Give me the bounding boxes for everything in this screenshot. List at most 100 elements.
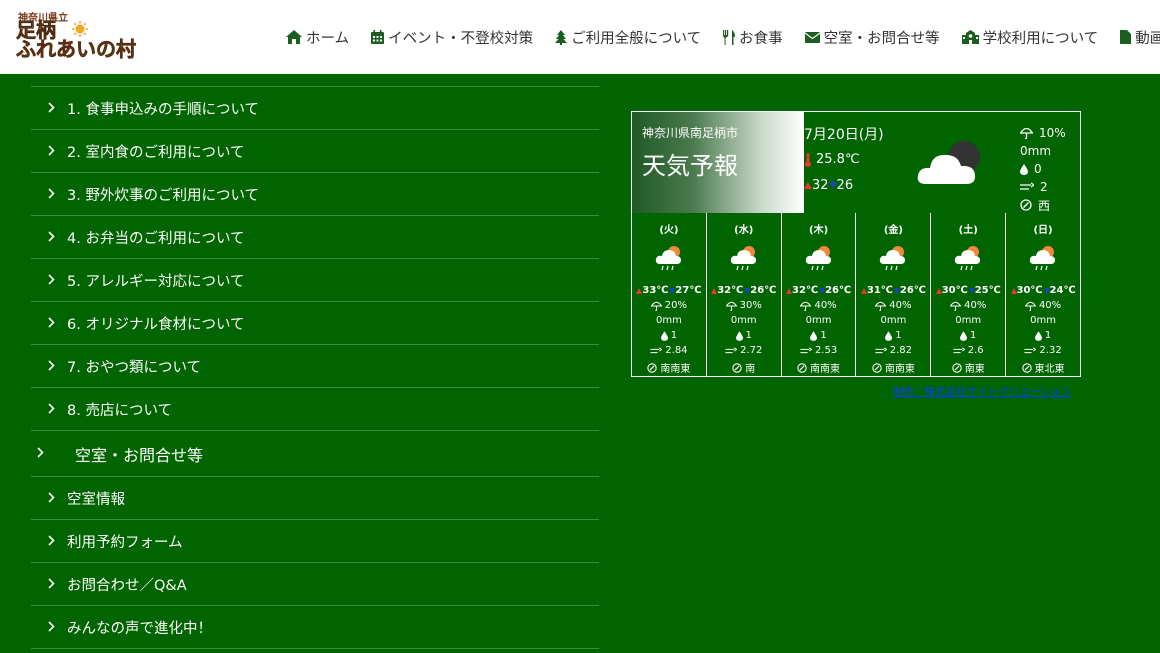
site-logo[interactable]: 神奈川県立 足柄 ふれあいの村: [16, 8, 137, 64]
forecast-day-name: (日): [1033, 225, 1053, 236]
forecast-low: 26℃: [825, 285, 852, 296]
nav-item-video[interactable]: 動画・: [1120, 27, 1160, 48]
forecast-high: 32℃: [717, 285, 744, 296]
menu-item-label: 2. 室内食のご利用について: [67, 144, 245, 161]
forecast-rain-value: 0mm: [955, 315, 982, 326]
chevron-right-icon: [48, 188, 55, 199]
wind-icon: [650, 346, 663, 353]
forecast-rain: 0mm: [632, 315, 706, 326]
forecast-rain: 0mm: [707, 315, 781, 326]
menu-item-label: 5. アレルギー対応について: [67, 273, 245, 290]
menu-item-label: 8. 売店について: [67, 402, 173, 419]
logo-line2: ふれあいの村: [16, 37, 137, 61]
nav-item-meals[interactable]: お食事: [723, 27, 783, 48]
chevron-right-icon: [48, 145, 55, 156]
forecast-direction: 東北東: [1006, 360, 1080, 375]
compass-icon: [952, 362, 962, 373]
umbrella-icon: [1020, 127, 1033, 139]
menu-item-meal-procedure[interactable]: 1. 食事申込みの手順について: [31, 86, 599, 129]
chevron-right-icon: [48, 578, 55, 589]
forecast-humidity: 1: [931, 330, 1005, 341]
nav-label: 空室・お問合せ等: [823, 30, 940, 47]
forecast-temps: 30℃ 25℃: [931, 285, 1005, 296]
nav-item-home[interactable]: ホーム: [286, 27, 349, 48]
weather-today: 神奈川県南足柄市 天気予報 7月20日(月) 25.8℃ 32 26 10% 0…: [632, 112, 1080, 213]
forecast-rain-value: 0mm: [1030, 315, 1056, 326]
forecast-humidity: 1: [707, 330, 781, 341]
drop-icon: [885, 330, 893, 341]
high-temp-value: 32: [812, 178, 829, 193]
forecast-humidity-value: 1: [970, 330, 977, 341]
forecast-day: (土) 30℃ 25℃ 40% 0mm 1 2.6 南東: [931, 213, 1007, 376]
forecast-wind: 2.72: [707, 345, 781, 356]
forecast-rain: 0mm: [782, 315, 856, 326]
nav-item-general[interactable]: ご利用全般について: [555, 27, 701, 48]
chevron-right-icon: [48, 403, 55, 414]
forecast-rain-value: 0mm: [880, 315, 907, 326]
forecast-high: 32℃: [792, 285, 819, 296]
nav-item-events[interactable]: イベント・不登校対策: [371, 27, 533, 48]
nav-item-contact[interactable]: 空室・お問合せ等: [804, 27, 940, 48]
sun-cloud-rain-icon: [880, 246, 906, 271]
umbrella-icon: [1024, 301, 1036, 311]
sun-icon: [72, 21, 88, 37]
menu-item-feedback[interactable]: みんなの声で進化中！: [31, 605, 599, 648]
compass-icon: [732, 362, 742, 373]
forecast-humidity-value: 1: [745, 330, 752, 341]
forecast-low: 24℃: [1049, 285, 1076, 296]
wind-direction: 西: [1020, 196, 1066, 214]
compass-icon: [872, 362, 882, 373]
forecast-rain-value: 0mm: [655, 315, 682, 326]
nav-item-school[interactable]: 学校利用について: [961, 27, 1099, 48]
sun-cloud-rain-icon: [1029, 246, 1056, 271]
umbrella-icon: [725, 301, 737, 311]
menu-item-label: 6. オリジナル食材について: [67, 316, 245, 333]
forecast-precip-value: 30%: [739, 300, 762, 311]
menu-item-label: お問合わせ／Q&A: [67, 577, 187, 594]
drop-icon: [1034, 330, 1042, 341]
low-arrow-icon: [828, 182, 837, 189]
nav-label: ホーム: [306, 30, 350, 47]
forecast-day: (水) 32℃ 26℃ 30% 0mm 1 2.72 南: [707, 213, 782, 376]
forecast-humidity-value: 1: [670, 330, 678, 341]
menu-item-vacancy[interactable]: 空室情報: [31, 476, 599, 519]
menu-item-reservation-form[interactable]: 利用予約フォーム: [31, 519, 599, 562]
menu-divider: [31, 648, 599, 649]
menu-item-bento[interactable]: 4. お弁当のご利用について: [31, 215, 599, 258]
forecast-precip: 40%: [856, 300, 930, 311]
main-nav: ホーム イベント・不登校対策 ご利用全般について お食事 空室・お問合せ等 学校…: [286, 0, 1160, 74]
forecast-direction: 南南東: [856, 360, 930, 375]
high-arrow-icon: [804, 182, 812, 189]
forecast-rain-value: 0mm: [730, 315, 757, 326]
menu-item-allergy[interactable]: 5. アレルギー対応について: [31, 258, 599, 301]
forecast-day: (木) 32℃ 26℃ 40% 0mm 1 2.53 南南東: [782, 213, 857, 376]
low-temp-value: 26: [836, 178, 854, 193]
sun-cloud-rain-icon: [805, 246, 831, 271]
weather-widget: 神奈川県南足柄市 天気予報 7月20日(月) 25.8℃ 32 26 10% 0…: [631, 111, 1081, 377]
credit-link[interactable]: 制作：株式会社サイトクリエーション: [893, 384, 1071, 399]
menu-item-outdoor-cooking[interactable]: 3. 野外炊事のご利用について: [31, 172, 599, 215]
menu-item-faq[interactable]: お問合わせ／Q&A: [31, 562, 599, 605]
forecast-wind-value: 2.72: [740, 345, 763, 356]
site-header: 神奈川県立 足柄 ふれあいの村 ホーム イベント・不登校対策 ご利用全般について: [0, 0, 1160, 74]
forecast-rain: 0mm: [931, 315, 1005, 326]
forecast-day-name: (金): [883, 225, 903, 236]
forecast-high: 31℃: [866, 285, 893, 296]
forecast-temps: 30℃ 24℃: [1006, 285, 1080, 296]
forecast-high: 30℃: [1016, 285, 1043, 296]
nav-label: ご利用全般について: [571, 30, 702, 47]
forecast-day: (火) 33℃ 27℃ 20% 0mm 1 2.84 南南東: [632, 213, 707, 376]
menu-item-indoor-meal[interactable]: 2. 室内食のご利用について: [31, 129, 599, 172]
menu-item-snacks[interactable]: 7. おやつ類について: [31, 344, 599, 387]
forecast-direction: 南南東: [632, 360, 706, 375]
umbrella-icon: [800, 301, 812, 311]
menu-item-original-ingredients[interactable]: 6. オリジナル食材について: [31, 301, 599, 344]
menu-section-contact[interactable]: 空室・お問合せ等: [31, 430, 599, 476]
side-menu: 1. 食事申込みの手順について 2. 室内食のご利用について 3. 野外炊事のご…: [31, 86, 599, 649]
current-temp-value: 25.8℃: [816, 152, 860, 167]
menu-item-shop[interactable]: 8. 売店について: [31, 387, 599, 430]
forecast-low: 26℃: [899, 285, 926, 296]
drop-icon: [810, 330, 818, 341]
nav-label: 学校利用について: [982, 30, 1099, 47]
forecast-day: (金) 31℃ 26℃ 40% 0mm 1 2.82 南南東: [856, 213, 932, 376]
